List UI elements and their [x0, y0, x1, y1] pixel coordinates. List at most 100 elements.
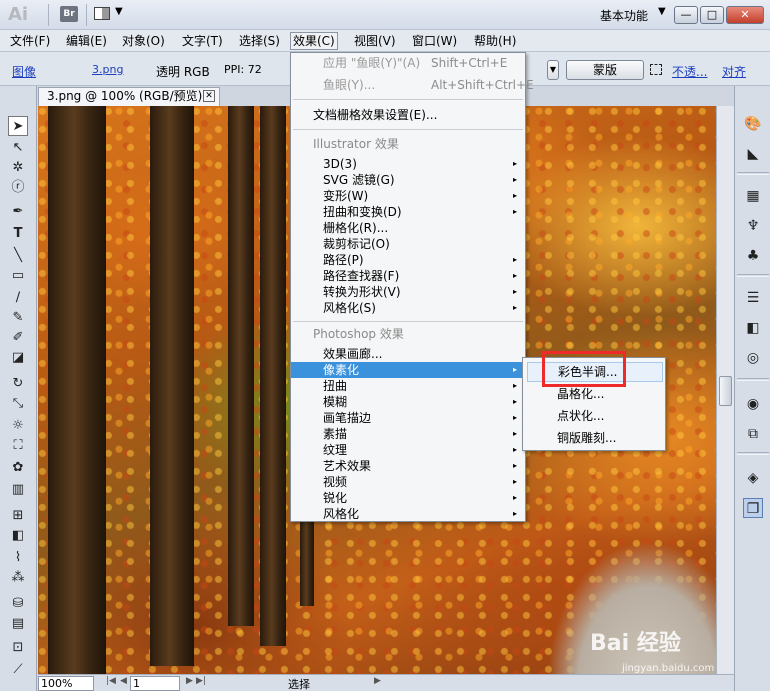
- menu-artistic[interactable]: 艺术效果 ▸: [291, 458, 525, 474]
- slice-tool-icon[interactable]: ⟋: [8, 660, 28, 680]
- menu-texture[interactable]: 纹理 ▸: [291, 442, 525, 458]
- next-artboard-icon[interactable]: ▶: [186, 676, 193, 686]
- menu-effect[interactable]: 效果(C): [290, 32, 338, 50]
- chevron-down-icon[interactable]: ▼: [547, 60, 559, 80]
- menu-last-effect[interactable]: 鱼眼(Y)... Alt+Shift+Ctrl+E: [291, 77, 534, 93]
- menu-stylize-ai[interactable]: 风格化(S) ▸: [291, 300, 525, 316]
- pen-tool-icon[interactable]: ✒: [8, 202, 28, 222]
- menu-apply-last-effect[interactable]: 应用 "鱼眼(Y)"(A) Shift+Ctrl+E: [291, 55, 525, 71]
- menu-sketch[interactable]: 素描 ▸: [291, 426, 525, 442]
- eraser-tool-icon[interactable]: ◪: [8, 348, 28, 368]
- swatches-panel-icon[interactable]: ▦: [743, 186, 763, 206]
- menu-effect-gallery[interactable]: 效果画廊...: [291, 346, 525, 362]
- menu-edit[interactable]: 编辑(E): [64, 32, 109, 50]
- color-panel-icon[interactable]: 🎨: [743, 114, 763, 134]
- paintbrush-tool-icon[interactable]: ∕: [8, 288, 28, 308]
- menu-window[interactable]: 窗口(W): [410, 32, 459, 50]
- menu-video[interactable]: 视频 ▸: [291, 474, 525, 490]
- blend-tool-icon[interactable]: ⁂: [8, 568, 28, 588]
- menu-warp[interactable]: 变形(W) ▸: [291, 188, 525, 204]
- menu-pointillize[interactable]: 点状化...: [527, 406, 663, 426]
- gradient-tool-icon[interactable]: ◧: [8, 526, 28, 546]
- type-tool-icon[interactable]: T: [8, 224, 28, 244]
- close-icon[interactable]: ✕: [203, 90, 215, 102]
- free-transform-tool-icon[interactable]: ⛶: [8, 436, 28, 456]
- graphic-styles-icon[interactable]: ⧉: [743, 424, 763, 444]
- document-tab[interactable]: 3.png @ 100% (RGB/预览) ✕: [38, 87, 220, 106]
- blob-brush-tool-icon[interactable]: ✐: [8, 328, 28, 348]
- menu-rasterize[interactable]: 栅格化(R)...: [291, 220, 525, 236]
- symbols-panel-icon[interactable]: ♣: [743, 246, 763, 266]
- workspace-switcher[interactable]: 基本功能: [600, 7, 648, 24]
- scrollbar-thumb[interactable]: [719, 376, 732, 406]
- image-link[interactable]: 图像: [12, 63, 36, 80]
- magic-wand-tool-icon[interactable]: ✲: [8, 158, 28, 178]
- menu-pathfinder[interactable]: 路径查找器(F) ▸: [291, 268, 525, 284]
- scale-tool-icon[interactable]: ⤡: [8, 394, 28, 414]
- menu-crystallize[interactable]: 晶格化...: [527, 384, 663, 404]
- artboard-number-field[interactable]: 1: [130, 676, 180, 691]
- close-button[interactable]: ✕: [726, 6, 764, 24]
- warp-tool-icon[interactable]: ☼: [8, 416, 28, 436]
- menu-raster-effects-settings[interactable]: 文档栅格效果设置(E)...: [291, 107, 525, 123]
- filename-link[interactable]: 3.png: [92, 63, 123, 76]
- live-paint-tool-icon[interactable]: ⛁: [8, 594, 28, 614]
- submenu-arrow-icon: ▸: [512, 429, 517, 438]
- graph-tool-icon[interactable]: ▤: [8, 614, 28, 634]
- transform-icon[interactable]: [650, 64, 662, 75]
- zoom-field[interactable]: 100%: [38, 676, 94, 691]
- menu-object[interactable]: 对象(O): [120, 32, 167, 50]
- menu-sharpen[interactable]: 锐化 ▸: [291, 490, 525, 506]
- mask-button[interactable]: 蒙版: [566, 60, 644, 80]
- column-graph-tool-icon[interactable]: ▥: [8, 480, 28, 500]
- layers-panel-icon[interactable]: ◈: [743, 468, 763, 488]
- artboard-tool-icon[interactable]: ⊡: [8, 638, 28, 658]
- menu-blur[interactable]: 模糊 ▸: [291, 394, 525, 410]
- appearance-panel-icon[interactable]: ◉: [743, 394, 763, 414]
- align-link[interactable]: 对齐: [722, 63, 746, 80]
- selection-tool-icon[interactable]: ➤: [8, 116, 28, 136]
- menu-help[interactable]: 帮助(H): [472, 32, 518, 50]
- brushes-panel-icon[interactable]: ♆: [743, 216, 763, 236]
- color-guide-icon[interactable]: ◣: [743, 144, 763, 164]
- minimize-button[interactable]: —: [674, 6, 698, 24]
- menu-type[interactable]: 文字(T): [180, 32, 225, 50]
- menu-mezzotint[interactable]: 铜版雕刻...: [527, 428, 663, 448]
- last-artboard-icon[interactable]: ▶|: [196, 676, 206, 686]
- arrange-documents-button[interactable]: ▼: [94, 6, 126, 22]
- first-artboard-icon[interactable]: |◀: [106, 676, 116, 686]
- line-tool-icon[interactable]: ╲: [8, 246, 28, 266]
- menu-convert-to-shape[interactable]: 转换为形状(V) ▸: [291, 284, 525, 300]
- menu-distort[interactable]: 扭曲 ▸: [291, 378, 525, 394]
- menu-3d[interactable]: 3D(3) ▸: [291, 156, 525, 172]
- menu-distort-transform[interactable]: 扭曲和变换(D) ▸: [291, 204, 525, 220]
- pencil-tool-icon[interactable]: ✎: [8, 308, 28, 328]
- menu-crop-marks[interactable]: 裁剪标记(O): [291, 236, 525, 252]
- stroke-panel-icon[interactable]: ☰: [743, 288, 763, 308]
- rotate-tool-icon[interactable]: ↻: [8, 374, 28, 394]
- rectangle-tool-icon[interactable]: ▭: [8, 266, 28, 286]
- menu-brush-strokes[interactable]: 画笔描边 ▸: [291, 410, 525, 426]
- mesh-tool-icon[interactable]: ⊞: [8, 506, 28, 526]
- vertical-scrollbar[interactable]: [716, 106, 734, 674]
- menu-stylize-ps[interactable]: 风格化 ▸: [291, 506, 525, 522]
- menu-svg-filters[interactable]: SVG 滤镜(G) ▸: [291, 172, 525, 188]
- menu-view[interactable]: 视图(V): [352, 32, 398, 50]
- bridge-button[interactable]: Br: [60, 6, 78, 22]
- eyedropper-tool-icon[interactable]: ⌇: [8, 548, 28, 568]
- transparency-panel-icon[interactable]: ◎: [743, 348, 763, 368]
- menu-pixelate[interactable]: 像素化 ▸: [291, 362, 525, 378]
- direct-selection-tool-icon[interactable]: ↖: [8, 138, 28, 158]
- menu-file[interactable]: 文件(F): [8, 32, 52, 50]
- menu-path[interactable]: 路径(P) ▸: [291, 252, 525, 268]
- gradient-panel-icon[interactable]: ◧: [743, 318, 763, 338]
- prev-artboard-icon[interactable]: ◀: [120, 676, 127, 686]
- menu-select[interactable]: 选择(S): [237, 32, 282, 50]
- status-menu-icon[interactable]: ▶: [374, 676, 381, 686]
- opacity-link[interactable]: 不透...: [672, 63, 707, 80]
- maximize-button[interactable]: □: [700, 6, 724, 24]
- lasso-tool-icon[interactable]: ⓡ: [8, 178, 28, 198]
- artboards-panel-icon[interactable]: ❐: [743, 498, 763, 518]
- symbol-sprayer-tool-icon[interactable]: ✿: [8, 458, 28, 478]
- chevron-down-icon[interactable]: ▼: [658, 6, 666, 17]
